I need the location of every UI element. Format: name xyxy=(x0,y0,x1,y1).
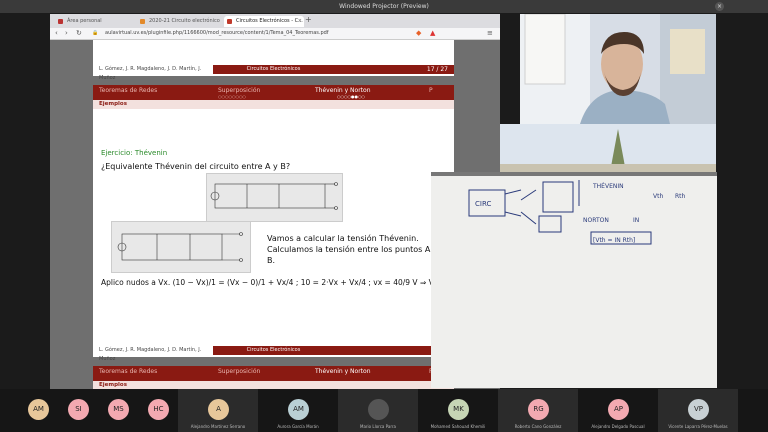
circuit-schematic-icon xyxy=(117,232,243,262)
pdf-page-current: Teoremas de Redes Superposición Thévenin… xyxy=(93,85,454,362)
participants-strip: AM SI MS HC A Alejandro Martínez Serrano AM Aur… xyxy=(0,389,768,432)
board-note: Vth xyxy=(653,193,663,200)
menu-icon[interactable]: ≡ xyxy=(487,29,493,38)
board-note: Rth xyxy=(675,193,686,200)
participant-name: Alejandro Martínez Serrano xyxy=(190,424,246,429)
whiteboard-drawing: CIRC THÉVENIN NORTON Vth Rth IN [Vth = I… xyxy=(431,172,717,388)
webcam-feed xyxy=(520,14,716,124)
nav-teoremas: Teoremas de Redes xyxy=(99,87,158,94)
participant-tile[interactable]: A Alejandro Martínez Serrano xyxy=(178,389,258,432)
favicon-icon xyxy=(227,19,232,24)
tab-bar: Área personal 2020-21 Circuito electróni… xyxy=(50,14,500,35)
participant-avatar xyxy=(368,399,389,420)
board-note: NORTON xyxy=(583,217,609,224)
reload-icon[interactable]: ↻ xyxy=(76,29,82,38)
board-note: THÉVENIN xyxy=(592,182,624,190)
participant-name: Aurora García Morán xyxy=(277,424,319,429)
nav-dots: ○○○○○○○○ xyxy=(218,94,246,99)
footer-authors: L. Gómez, J. R. Magdaleno, J. D. Martín,… xyxy=(93,65,213,81)
participant-avatar: VP xyxy=(688,399,709,420)
participant-tile[interactable]: VP Vicente Laparra Pérez-Muelas xyxy=(658,389,738,432)
close-tab-icon[interactable]: × xyxy=(298,16,302,27)
nav-superposicion: Superposición xyxy=(218,368,261,375)
address-bar[interactable]: aulavirtual.uv.es/pluginfile.php/1166600… xyxy=(105,29,435,38)
footer-course: Circuitos Electrónicos xyxy=(213,65,334,74)
window-titlebar: Windowed Projector (Preview) × xyxy=(0,0,768,13)
exercise-title: Ejercicio: Thévenin xyxy=(101,149,168,157)
tab-label: Área personal xyxy=(67,18,102,24)
nav-teoremas: Teoremas de Redes xyxy=(99,368,158,375)
nav-superposicion: Superposición xyxy=(218,87,261,94)
back-icon[interactable]: ‹ xyxy=(55,29,58,38)
board-note: IN xyxy=(633,217,639,224)
participant-tile[interactable]: RG Roberto Cano González xyxy=(498,389,578,432)
board-note: [Vth = IN Rth] xyxy=(593,237,635,244)
tree-icon xyxy=(500,124,716,172)
tab-label: Circuitos Electrónicos - C... xyxy=(236,18,303,24)
circuit-diagram-1 xyxy=(206,173,343,222)
slide-nav-header: Teoremas de Redes Superposición Thévenin… xyxy=(93,366,454,381)
slide-nav-header: Teoremas de Redes Superposición Thévenin… xyxy=(93,85,454,100)
window-title: Windowed Projector (Preview) xyxy=(339,3,429,10)
forward-icon[interactable]: › xyxy=(65,29,68,38)
participant-tile[interactable]: AM Aurora García Morán xyxy=(258,389,338,432)
participant-name: Vicente Laparra Pérez-Muelas xyxy=(668,424,728,429)
participant-name: Alejandro Delgado Pascual xyxy=(591,424,645,429)
tab-circuitos-electronicos[interactable]: Circuitos Electrónicos - C... × xyxy=(224,16,304,27)
participant-avatar: RG xyxy=(528,399,549,420)
circuit-diagram-2 xyxy=(111,221,251,273)
explanation-line: Vamos a calcular la tensión Thévenin. xyxy=(267,234,419,243)
participant-name: Mario Llorca Parra xyxy=(360,424,396,429)
circuit-schematic-icon xyxy=(210,182,338,210)
slide-section: Ejemplos xyxy=(93,100,454,109)
participant-tile[interactable]: MK Mohamed Sahouad Khemili xyxy=(418,389,498,432)
participant-tile[interactable]: AP Alejandro Delgado Pascual xyxy=(578,389,658,432)
footer-page: 17 / 27 xyxy=(334,65,454,74)
explanation-line: B. xyxy=(267,256,276,265)
pdf-page-previous: L. Gómez, J. R. Magdaleno, J. D. Martín,… xyxy=(93,40,454,81)
explanation-line: Calculamos la tensión entre los puntos A… xyxy=(267,245,438,254)
nodal-equation: Aplico nudos a Vx. (10 − Vx)/1 = (Vx − 0… xyxy=(101,278,453,287)
favicon-icon xyxy=(58,19,63,24)
participant-avatar: AM xyxy=(288,399,309,420)
nav-dots: ○○○○●●○○ xyxy=(337,94,365,99)
participant-avatar: HC xyxy=(148,399,169,420)
new-tab-button[interactable]: + xyxy=(305,15,312,24)
nav-thevenin-norton: Thévenin y Norton xyxy=(315,368,371,375)
participant-avatar: A xyxy=(208,399,229,420)
slide-section: Ejemplos xyxy=(93,381,454,389)
participant-name: Mohamed Sahouad Khemili xyxy=(430,424,486,429)
brave-shield-icon[interactable]: ◆ xyxy=(416,29,421,38)
navigation-bar: ‹ › ↻ 🔒 aulavirtual.uv.es/pluginfile.php… xyxy=(50,28,500,40)
nav-p: P xyxy=(429,87,433,94)
explanation-paragraph: Vamos a calcular la tensión Thévenin. Ca… xyxy=(267,233,438,266)
question-text: ¿Equivalente Thévenin del circuito entre… xyxy=(101,162,291,171)
participant-name: Roberto Cano González xyxy=(514,424,562,429)
slide-footer: L. Gómez, J. R. Magdaleno, J. D. Martín,… xyxy=(93,346,454,362)
footer-course: Circuitos Electrónicos xyxy=(213,346,334,355)
tab-area-personal[interactable]: Área personal xyxy=(55,16,135,27)
pdf-page-next: Teoremas de Redes Superposición Thévenin… xyxy=(93,366,454,389)
lock-icon: 🔒 xyxy=(92,30,99,36)
whiteboard-feed: CIRC THÉVENIN NORTON Vth Rth IN [Vth = I… xyxy=(431,172,717,388)
participant-avatar: MK xyxy=(448,399,469,420)
slide-footer: L. Gómez, J. R. Magdaleno, J. D. Martín,… xyxy=(93,65,454,81)
extension-icon[interactable]: ▲ xyxy=(430,29,435,38)
webcam-person-image xyxy=(520,14,716,124)
tab-circuito[interactable]: 2020-21 Circuito electrónico ... xyxy=(137,16,222,35)
favicon-icon xyxy=(140,19,145,24)
participant-tile[interactable]: Mario Llorca Parra xyxy=(338,389,418,432)
second-window xyxy=(500,124,716,172)
close-icon[interactable]: × xyxy=(715,2,724,11)
board-note: CIRC xyxy=(475,200,491,208)
participant-avatar: AP xyxy=(608,399,629,420)
nav-thevenin-norton: Thévenin y Norton xyxy=(315,87,371,94)
footer-authors: L. Gómez, J. R. Magdaleno, J. D. Martín,… xyxy=(93,346,213,362)
